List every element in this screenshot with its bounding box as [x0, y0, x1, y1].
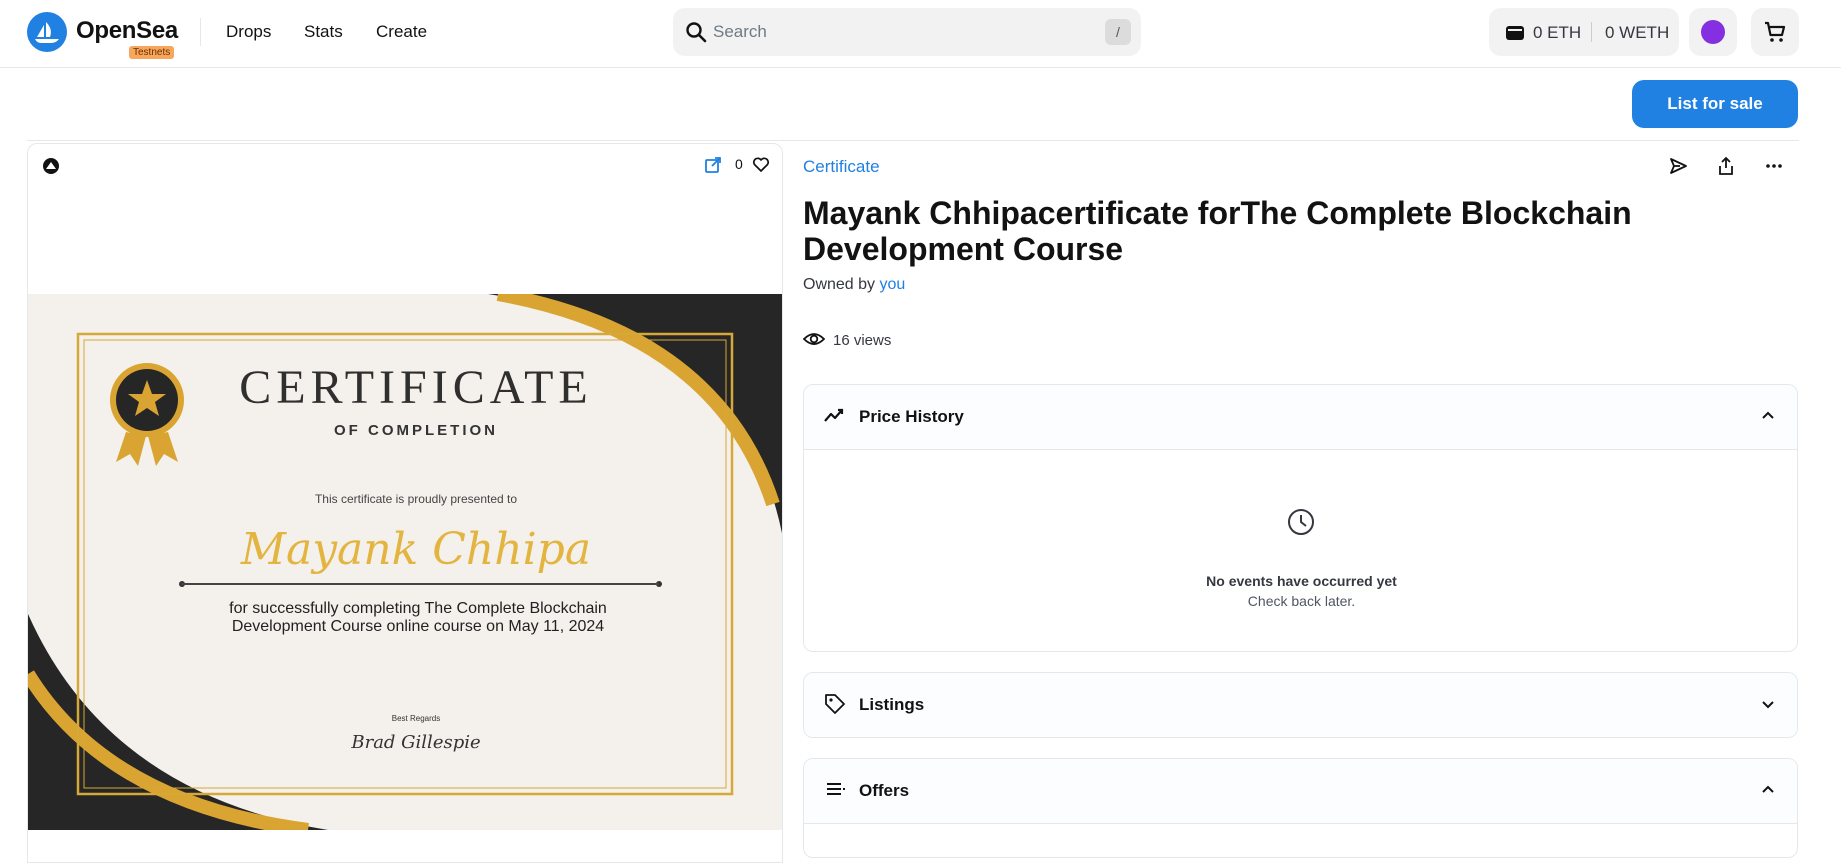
top-navbar: OpenSea Testnets Drops Stats Create Sear… — [0, 0, 1841, 68]
cart-icon — [1765, 21, 1786, 42]
avatar — [1701, 20, 1725, 44]
weth-balance: 0 WETH — [1605, 23, 1670, 42]
empty-state-title: No events have occurred yet — [1206, 573, 1397, 589]
owned-by-label: Owned by — [803, 276, 876, 293]
price-history-body: No events have occurred yet Check back l… — [804, 449, 1797, 651]
nft-media-card: 0 CERTIFICATE OF COMPLETION This certifi… — [27, 143, 783, 863]
item-title: Mayank Chhipacertificate forThe Complete… — [803, 195, 1632, 267]
certificate-subtitle: OF COMPLETION — [334, 422, 498, 439]
offers-header[interactable]: Offers — [804, 759, 1797, 823]
certificate-signature: Brad Gillespie — [351, 732, 481, 753]
listings-panel: Listings — [803, 672, 1798, 738]
clock-icon — [1288, 509, 1314, 535]
offers-title: Offers — [859, 781, 910, 800]
testnets-badge: Testnets — [129, 46, 175, 59]
nav-drops[interactable]: Drops — [226, 22, 271, 42]
offers-panel: Offers — [803, 758, 1798, 858]
share-icon[interactable] — [1716, 156, 1736, 176]
certificate-recipient-name: Mayank Chhipa — [240, 524, 592, 575]
external-link-icon[interactable] — [704, 156, 722, 174]
collection-link[interactable]: Certificate — [803, 157, 880, 177]
certificate-description: for successfully completing The Complete… — [229, 600, 607, 635]
heart-icon[interactable] — [752, 156, 770, 174]
favorite-count: 0 — [735, 156, 743, 172]
owner-link[interactable]: you — [880, 276, 906, 293]
list-icon — [827, 783, 845, 795]
certificate-image: CERTIFICATE OF COMPLETION This certifica… — [28, 294, 782, 830]
cart-button[interactable] — [1751, 8, 1799, 56]
nav-create[interactable]: Create — [376, 22, 427, 42]
owner-info: Owned by you — [803, 276, 905, 294]
price-history-title: Price History — [859, 407, 964, 426]
header-divider — [200, 18, 201, 46]
view-count: 16 views — [833, 332, 892, 349]
price-history-header[interactable]: Price History — [804, 385, 1797, 449]
listings-title: Listings — [859, 695, 925, 714]
search-input[interactable]: Search — [713, 22, 767, 42]
brand-name[interactable]: OpenSea — [76, 17, 178, 45]
certificate-title: CERTIFICATE — [239, 361, 593, 414]
offers-body — [804, 823, 1797, 857]
eth-balance: 0 ETH — [1533, 23, 1582, 42]
opensea-logo-icon[interactable] — [27, 12, 67, 52]
tag-icon — [825, 694, 845, 714]
search-icon — [686, 22, 707, 43]
more-options-icon[interactable] — [1764, 156, 1784, 176]
transfer-icon[interactable] — [1668, 156, 1688, 176]
chain-icon[interactable] — [41, 156, 61, 176]
eye-icon — [803, 333, 825, 345]
trend-line-icon — [824, 408, 844, 422]
listings-header[interactable]: Listings — [804, 673, 1797, 737]
nav-stats[interactable]: Stats — [304, 22, 343, 42]
chevron-up-icon — [1762, 785, 1774, 793]
chevron-down-icon — [1762, 701, 1774, 709]
balance-divider — [1591, 22, 1592, 42]
certificate-name-underline — [181, 583, 659, 585]
toolbar-divider — [27, 140, 1799, 141]
empty-state-subtitle: Check back later. — [1247, 593, 1356, 609]
search-bar[interactable]: Search / — [673, 8, 1141, 56]
certificate-regards: Best Regards — [391, 714, 441, 723]
chevron-up-icon — [1762, 411, 1774, 419]
wallet-balance-button[interactable]: 0 ETH 0 WETH — [1489, 8, 1679, 56]
search-shortcut-key: / — [1105, 19, 1131, 45]
list-for-sale-button[interactable]: List for sale — [1632, 80, 1798, 128]
certificate-presented-text: This certificate is proudly presented to — [314, 492, 518, 506]
profile-button[interactable] — [1689, 8, 1737, 56]
wallet-icon — [1506, 26, 1524, 40]
price-history-panel: Price History No events have occurred ye… — [803, 384, 1798, 652]
